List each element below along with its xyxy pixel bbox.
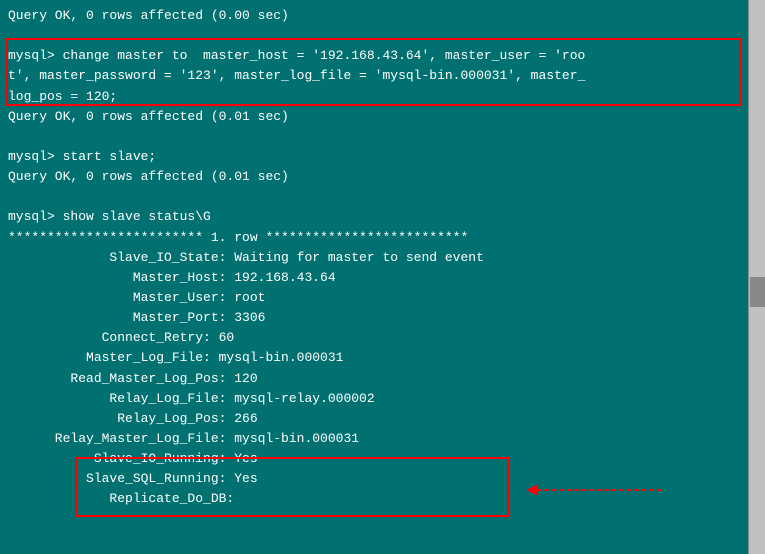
line-13: Master_Port: 3306 (8, 308, 740, 328)
scrollbar[interactable] (748, 0, 765, 554)
line-1: Query OK, 0 rows affected (0.00 sec) (8, 6, 740, 26)
line-blank-1 (8, 26, 740, 46)
line-8: mysql> show slave status\G (8, 207, 740, 227)
line-5: Query OK, 0 rows affected (0.01 sec) (8, 107, 740, 127)
line-11: Master_Host: 192.168.43.64 (8, 268, 740, 288)
line-7: Query OK, 0 rows affected (0.01 sec) (8, 167, 740, 187)
line-21: Slave_SQL_Running: Yes (8, 469, 740, 489)
line-9: ************************* 1. row *******… (8, 228, 740, 248)
line-4: log_pos = 120; (8, 87, 740, 107)
line-17: Relay_Log_File: mysql-relay.000002 (8, 389, 740, 409)
terminal-lines: Query OK, 0 rows affected (0.00 sec) mys… (8, 6, 740, 510)
line-16: Read_Master_Log_Pos: 120 (8, 369, 740, 389)
line-blank-3 (8, 187, 740, 207)
line-3: t', master_password = '123', master_log_… (8, 66, 740, 86)
line-18: Relay_Log_Pos: 266 (8, 409, 740, 429)
line-22: Replicate_Do_DB: (8, 489, 740, 509)
line-14: Connect_Retry: 60 (8, 328, 740, 348)
line-blank-2 (8, 127, 740, 147)
line-10: Slave_IO_State: Waiting for master to se… (8, 248, 740, 268)
line-12: Master_User: root (8, 288, 740, 308)
line-6: mysql> start slave; (8, 147, 740, 167)
terminal: Query OK, 0 rows affected (0.00 sec) mys… (0, 0, 748, 554)
line-2: mysql> change master to master_host = '1… (8, 46, 740, 66)
line-15: Master_Log_File: mysql-bin.000031 (8, 348, 740, 368)
line-19: Relay_Master_Log_File: mysql-bin.000031 (8, 429, 740, 449)
line-20: Slave_IO_Running: Yes (8, 449, 740, 469)
scrollbar-thumb[interactable] (750, 277, 765, 307)
